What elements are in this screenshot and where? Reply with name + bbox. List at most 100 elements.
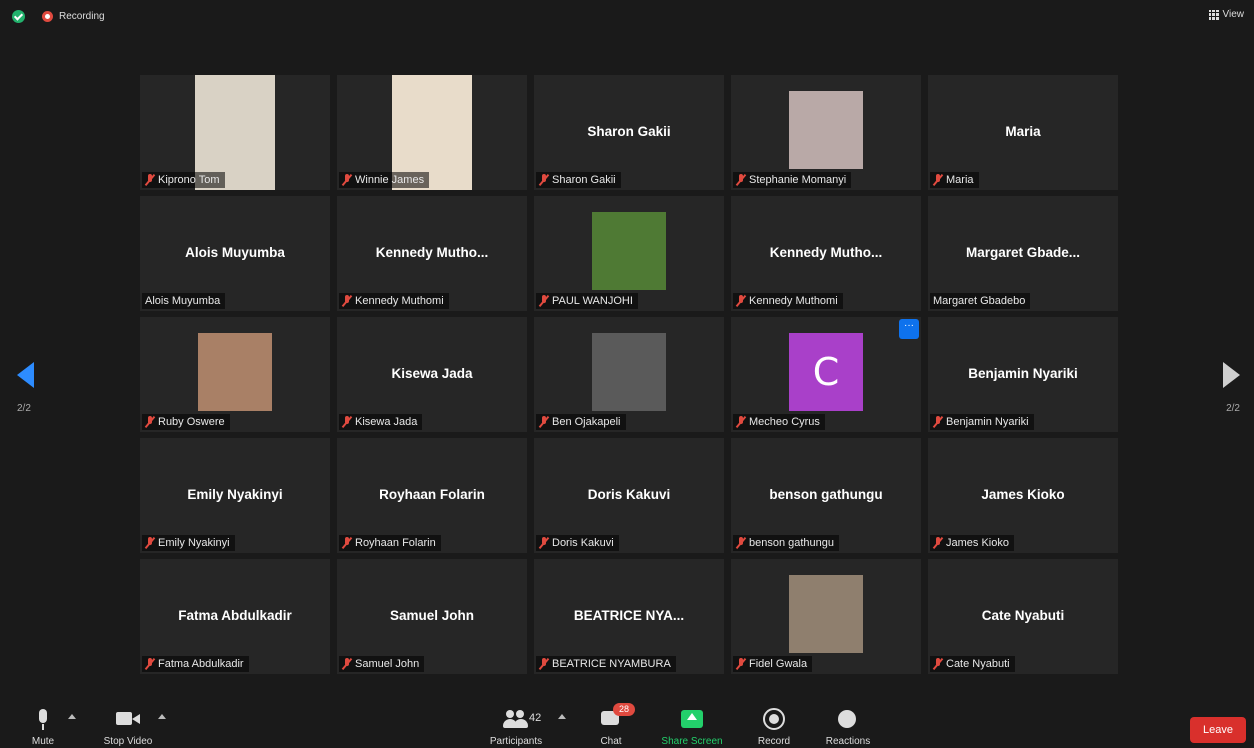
participant-name-label: Kisewa Jada <box>355 416 418 428</box>
share-screen-icon <box>681 708 703 730</box>
participant-nameplate: benson gathungu <box>733 535 840 551</box>
participant-nameplate: Sharon Gakii <box>536 172 621 188</box>
participant-nameplate: PAUL WANJOHI <box>536 293 638 309</box>
muted-microphone-icon <box>736 658 746 670</box>
next-page-arrow-icon[interactable] <box>1223 362 1240 388</box>
audio-options-caret-icon[interactable] <box>68 714 76 719</box>
participant-tile[interactable]: Sharon Gakii Sharon Gakii <box>534 75 724 190</box>
participant-nameplate: Samuel John <box>339 656 425 672</box>
recording-indicator[interactable]: Recording <box>42 11 105 22</box>
participant-display-name: Alois Muyumba <box>185 244 285 260</box>
muted-microphone-icon <box>933 416 943 428</box>
participant-tile[interactable]: Winnie James <box>337 75 527 190</box>
share-screen-button[interactable]: Share Screen <box>657 708 727 747</box>
muted-microphone-icon <box>539 537 549 549</box>
muted-microphone-icon <box>736 416 746 428</box>
participant-nameplate: Margaret Gbadebo <box>930 293 1031 309</box>
participant-display-name: Doris Kakuvi <box>587 486 671 502</box>
encryption-shield-icon[interactable] <box>12 10 25 23</box>
video-options-caret-icon[interactable] <box>158 714 166 719</box>
record-button[interactable]: Record <box>752 708 796 747</box>
participant-tile[interactable]: benson gathungu benson gathungu <box>731 438 921 553</box>
participant-tile[interactable]: Maria Maria <box>928 75 1118 190</box>
muted-microphone-icon <box>342 658 352 670</box>
participant-name-label: Kennedy Muthomi <box>355 295 444 307</box>
participant-tile[interactable]: Royhaan Folarin Royhaan Folarin <box>337 438 527 553</box>
participant-display-name: Kisewa Jada <box>391 365 473 381</box>
participant-tile[interactable]: Kennedy Mutho... Kennedy Muthomi <box>731 196 921 311</box>
stop-video-button[interactable]: Stop Video <box>98 708 158 747</box>
previous-page-arrow-icon[interactable] <box>17 362 34 388</box>
chat-unread-badge: 28 <box>613 703 635 716</box>
mute-button[interactable]: Mute <box>26 708 60 747</box>
participant-tile[interactable]: Benjamin Nyariki Benjamin Nyariki <box>928 317 1118 432</box>
participant-tile[interactable]: C ··· Mecheo Cyrus <box>731 317 921 432</box>
participant-name-label: benson gathungu <box>749 537 835 549</box>
participant-display-name: Samuel John <box>389 607 475 623</box>
more-options-button[interactable]: ··· <box>899 319 919 339</box>
participant-name-label: Winnie James <box>355 174 425 186</box>
muted-microphone-icon <box>145 537 155 549</box>
participant-nameplate: Winnie James <box>339 172 430 188</box>
participant-nameplate: Kennedy Muthomi <box>339 293 449 309</box>
muted-microphone-icon <box>145 658 155 670</box>
participant-video-image <box>789 575 863 653</box>
participant-tile[interactable]: Emily Nyakinyi Emily Nyakinyi <box>140 438 330 553</box>
participant-name-label: Margaret Gbadebo <box>933 295 1026 307</box>
participant-display-name: Margaret Gbade... <box>965 244 1081 260</box>
reactions-emoji-icon <box>837 708 859 730</box>
muted-microphone-icon <box>342 295 352 307</box>
participant-display-name: Emily Nyakinyi <box>187 486 283 502</box>
participants-label: Participants <box>489 736 543 747</box>
leave-button[interactable]: Leave <box>1190 717 1246 743</box>
participant-display-name: Maria <box>1005 123 1041 139</box>
participant-nameplate: Kisewa Jada <box>339 414 423 430</box>
participants-options-caret-icon[interactable] <box>558 714 566 719</box>
participant-display-name: Fatma Abdulkadir <box>178 607 292 623</box>
muted-microphone-icon <box>145 174 155 186</box>
participant-name-label: Maria <box>946 174 974 186</box>
participant-tile[interactable]: Stephanie Momanyi <box>731 75 921 190</box>
participant-tile[interactable]: Kennedy Mutho... Kennedy Muthomi <box>337 196 527 311</box>
participant-tile[interactable]: Kisewa Jada Kisewa Jada <box>337 317 527 432</box>
participant-display-name: Kennedy Mutho... <box>375 244 489 260</box>
participant-name-label: Sharon Gakii <box>552 174 616 186</box>
participant-nameplate: Kennedy Muthomi <box>733 293 843 309</box>
participant-tile[interactable]: Ruby Oswere <box>140 317 330 432</box>
participant-tile[interactable]: Doris Kakuvi Doris Kakuvi <box>534 438 724 553</box>
participant-tile[interactable]: Fatma Abdulkadir Fatma Abdulkadir <box>140 559 330 674</box>
video-camera-icon <box>116 708 140 730</box>
participant-display-name: Cate Nyabuti <box>981 607 1065 623</box>
recording-icon <box>42 11 53 22</box>
participant-tile[interactable]: James Kioko James Kioko <box>928 438 1118 553</box>
mute-label: Mute <box>31 736 55 747</box>
participant-tile[interactable]: Fidel Gwala <box>731 559 921 674</box>
participant-display-name: benson gathungu <box>769 486 883 502</box>
participant-tile[interactable]: BEATRICE NYA... BEATRICE NYAMBURA <box>534 559 724 674</box>
participant-tile[interactable]: Cate Nyabuti Cate Nyabuti <box>928 559 1118 674</box>
muted-microphone-icon <box>539 658 549 670</box>
participant-avatar: C <box>789 333 863 411</box>
participant-nameplate: James Kioko <box>930 535 1014 551</box>
participant-nameplate: Cate Nyabuti <box>930 656 1015 672</box>
muted-microphone-icon <box>539 295 549 307</box>
participant-tile[interactable]: Ben Ojakapeli <box>534 317 724 432</box>
participant-nameplate: Alois Muyumba <box>142 293 226 309</box>
reactions-button[interactable]: Reactions <box>820 708 876 747</box>
muted-microphone-icon <box>342 174 352 186</box>
participant-name-label: Fidel Gwala <box>749 658 808 670</box>
participant-name-label: Mecheo Cyrus <box>749 416 820 428</box>
participant-display-name: James Kioko <box>981 486 1065 502</box>
participant-tile[interactable]: Margaret Gbade... Margaret Gbadebo <box>928 196 1118 311</box>
participant-tile[interactable]: Kiprono Tom <box>140 75 330 190</box>
meeting-toolbar: Mute Stop Video Participants 42 28 Chat … <box>0 700 1254 748</box>
chat-button[interactable]: 28 Chat <box>594 703 635 747</box>
page-indicator-left: 2/2 <box>17 403 31 414</box>
participant-nameplate: Kiprono Tom <box>142 172 225 188</box>
participant-tile[interactable]: Alois Muyumba Alois Muyumba <box>140 196 330 311</box>
participant-nameplate: Ben Ojakapeli <box>536 414 626 430</box>
participant-tile[interactable]: PAUL WANJOHI <box>534 196 724 311</box>
participant-tile[interactable]: Samuel John Samuel John <box>337 559 527 674</box>
participant-nameplate: Maria <box>930 172 979 188</box>
view-button[interactable]: View <box>1208 9 1244 20</box>
